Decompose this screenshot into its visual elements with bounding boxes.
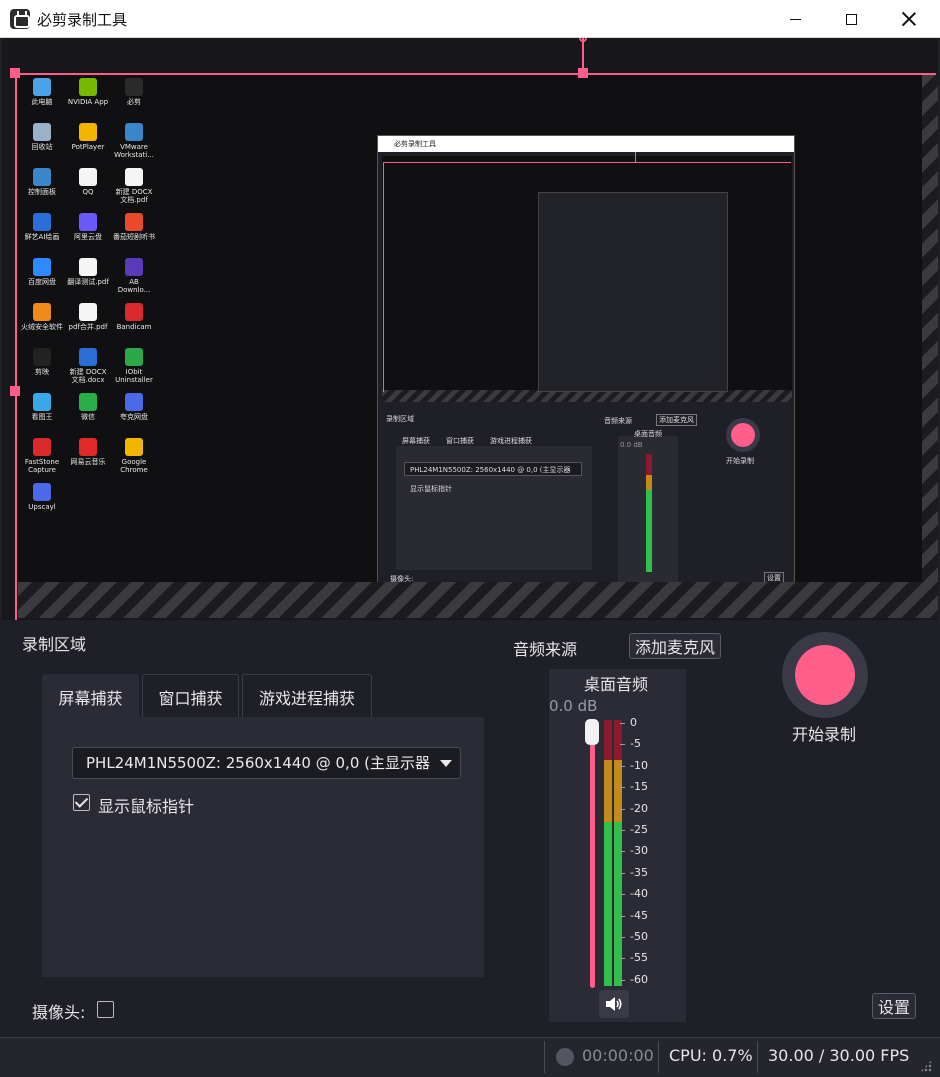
scale-label: -55 [630, 951, 648, 965]
maximize-icon [845, 13, 857, 25]
scale-label: -15 [630, 780, 648, 794]
scale-tick [620, 851, 625, 853]
tab-screen-capture[interactable]: 屏幕捕获 [42, 674, 139, 718]
meter-yellow-zone [604, 760, 612, 822]
mute-button[interactable] [599, 990, 629, 1018]
camera-checkbox[interactable] [97, 1001, 114, 1018]
minimize-icon [789, 18, 801, 20]
window-title: 必剪录制工具 [37, 11, 128, 29]
meter-red-zone [614, 720, 622, 760]
add-microphone-button[interactable]: 添加麦克风 [629, 633, 721, 659]
capture-preview[interactable]: 此电脑 NVIDIA App 必剪 回收站 PotPlayer VMware Workst… [2, 38, 938, 620]
rotate-handle[interactable] [579, 38, 587, 42]
volume-db-label: 0.0 dB [549, 697, 598, 715]
speaker-icon [606, 997, 622, 1011]
cpu-usage: CPU: 0.7% [669, 1046, 753, 1065]
scale-tick [620, 787, 625, 789]
status-separator [544, 1041, 545, 1073]
scale-tick [620, 915, 625, 917]
scale-tick [620, 958, 625, 960]
show-cursor-checkbox[interactable] [73, 794, 90, 811]
scale-tick [620, 979, 625, 981]
audio-source-label: 音频来源 [513, 640, 578, 659]
resize-handle-top-center[interactable] [578, 68, 588, 78]
scale-tick [620, 830, 625, 831]
meter-channel-right [614, 720, 622, 986]
scale-label: -35 [630, 865, 648, 879]
title-bar: 必剪录制工具 [0, 0, 940, 38]
scale-label: -50 [630, 930, 648, 943]
scale-tick [620, 872, 625, 874]
resize-handle-middle-left[interactable] [10, 386, 20, 396]
scale-label: -45 [630, 908, 648, 922]
scale-label: -30 [630, 844, 648, 858]
scale-label: -25 [630, 823, 648, 836]
scale-tick [620, 744, 625, 746]
selection-rectangle[interactable] [15, 73, 936, 620]
record-timer: 00:00:00 [582, 1046, 654, 1065]
volume-slider-handle[interactable] [585, 719, 599, 745]
camera-label: 摄像头: [32, 1003, 86, 1022]
scale-tick [620, 937, 625, 938]
record-icon[interactable] [795, 645, 855, 705]
desktop-audio-label: 桌面音频 [584, 675, 649, 694]
minimize-button[interactable] [766, 0, 824, 38]
maximize-button[interactable] [822, 0, 880, 38]
scale-tick [620, 765, 625, 767]
scale-label: 0 [630, 716, 637, 729]
status-separator [757, 1041, 758, 1073]
scale-label: -5 [630, 737, 641, 751]
scale-label: -40 [630, 887, 648, 901]
display-select[interactable]: PHL24M1N5500Z: 2560x1440 @ 0,0 (主显示器 [72, 747, 461, 779]
status-separator [658, 1041, 659, 1073]
tab-game-capture[interactable]: 游戏进程捕获 [242, 674, 372, 718]
start-record-label: 开始录制 [792, 725, 857, 744]
scale-tick [620, 808, 625, 810]
recording-status-icon [556, 1048, 574, 1066]
scale-label: -20 [630, 801, 648, 815]
scale-tick [620, 894, 625, 896]
show-cursor-label: 显示鼠标指针 [98, 797, 195, 816]
tab-window-capture[interactable]: 窗口捕获 [142, 674, 239, 718]
chevron-down-icon[interactable] [440, 760, 452, 767]
scale-label: -10 [630, 758, 648, 772]
meter-channel-left [604, 720, 612, 986]
region-section-label: 录制区域 [22, 635, 87, 654]
scale-tick [620, 723, 625, 724]
meter-green-zone [604, 822, 612, 986]
app-icon [10, 9, 30, 29]
meter-yellow-zone [614, 760, 622, 822]
close-icon [902, 12, 916, 26]
fps-readout: 30.00 / 30.00 FPS [768, 1046, 910, 1065]
meter-green-zone [614, 822, 622, 986]
volume-slider-track[interactable] [590, 726, 595, 988]
resize-handle-top-left[interactable] [10, 68, 20, 78]
close-button[interactable] [880, 0, 938, 38]
settings-button[interactable]: 设置 [872, 993, 916, 1019]
meter-red-zone [604, 720, 612, 760]
scale-label: -60 [630, 972, 648, 986]
